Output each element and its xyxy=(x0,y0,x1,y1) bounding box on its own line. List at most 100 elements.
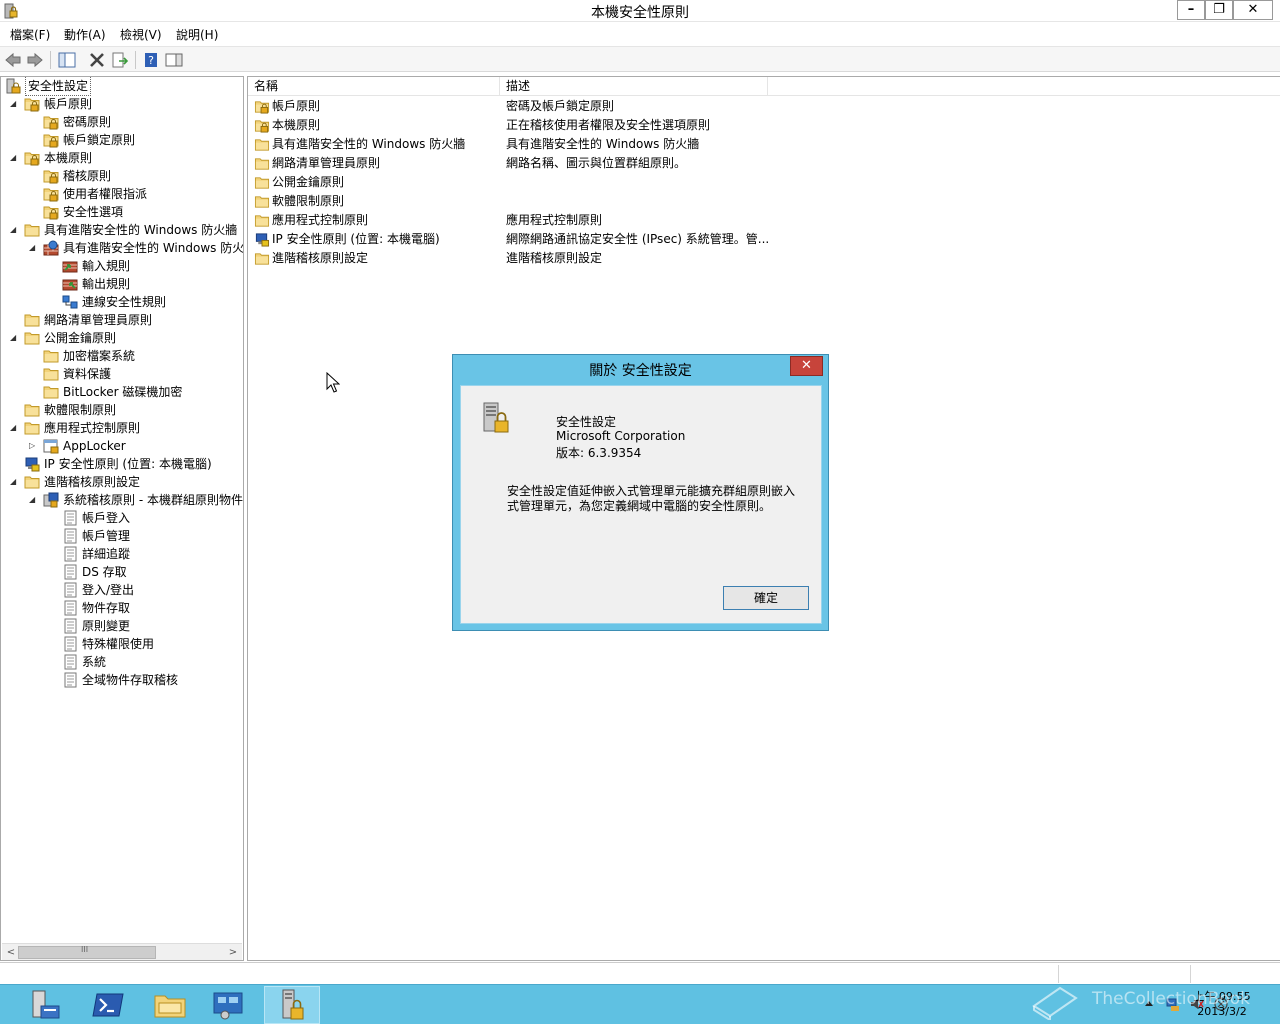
folder-icon xyxy=(24,224,40,237)
scroll-thumb[interactable]: III xyxy=(18,945,156,959)
tree-item-label: 帳戶原則 xyxy=(44,97,93,111)
menu-help[interactable]: 說明(H) xyxy=(176,26,218,43)
folder-icon xyxy=(24,314,40,327)
tree-expanded-arrow-icon[interactable]: ◢ xyxy=(10,423,18,433)
list-item[interactable]: 軟體限制原則 xyxy=(248,192,1280,211)
policy-page-icon xyxy=(64,600,77,616)
applocker-icon xyxy=(43,439,59,454)
close-button[interactable]: ✕ xyxy=(1233,0,1273,20)
export-icon[interactable] xyxy=(111,51,129,69)
menu-file[interactable]: 檔案(F) xyxy=(10,26,50,43)
help-icon[interactable]: ? xyxy=(142,51,160,69)
tree-expanded-arrow-icon[interactable]: ◢ xyxy=(10,153,18,163)
folder-lock-icon xyxy=(43,134,59,148)
dialog-close-button[interactable]: ✕ xyxy=(790,356,823,376)
policy-page-icon xyxy=(64,654,77,670)
server-manager-icon[interactable] xyxy=(16,986,72,1024)
file-explorer-icon[interactable] xyxy=(142,986,198,1024)
tree-item-label: 網路清單管理員原則 xyxy=(44,313,153,327)
scroll-right-button[interactable]: > xyxy=(226,945,240,960)
tree-horizontal-scrollbar[interactable]: < III > xyxy=(2,943,242,960)
list-header: 名稱 描述 xyxy=(248,77,1280,96)
policy-page-icon xyxy=(64,564,77,580)
product-name: 安全性設定 xyxy=(556,415,617,429)
toolbar: ? xyxy=(0,46,1280,72)
outbound-rules-icon xyxy=(62,279,78,291)
menu-view[interactable]: 檢視(V) xyxy=(120,26,162,43)
tree-item-label: 安全性選項 xyxy=(63,205,124,219)
about-dialog: 關於 安全性設定 ✕ 安全性設定 Microsoft Corporation 版… xyxy=(452,354,829,631)
folder-icon xyxy=(24,422,40,435)
tree-item-label: AppLocker xyxy=(63,439,126,453)
toolbar-separator xyxy=(135,51,136,69)
tree-item-label: 詳細追蹤 xyxy=(82,547,131,561)
folder-lock-icon xyxy=(254,101,270,114)
tree-item-label: 帳戶管理 xyxy=(82,529,131,543)
folder-icon xyxy=(43,386,59,399)
connection-security-icon xyxy=(62,295,78,309)
delete-icon[interactable] xyxy=(88,51,106,69)
folder-icon xyxy=(43,368,59,381)
list-item[interactable]: 公開金鑰原則 xyxy=(248,173,1280,192)
list-item-name: 網路清單管理員原則 xyxy=(272,156,381,170)
list-item-name: 具有進階安全性的 Windows 防火牆 xyxy=(272,137,466,151)
list-item[interactable]: 具有進階安全性的 Windows 防火牆 具有進階安全性的 Windows 防火牆 xyxy=(248,135,1280,154)
back-icon[interactable] xyxy=(4,51,22,69)
folder-lock-icon xyxy=(43,116,59,130)
list-item-description: 具有進階安全性的 Windows 防火牆 xyxy=(506,137,700,151)
tree-expanded-arrow-icon[interactable]: ◢ xyxy=(29,495,37,505)
list-item-name: 進階稽核原則設定 xyxy=(272,251,369,265)
list-item[interactable]: 網路清單管理員原則 網路名稱、圖示與位置群組原則。 xyxy=(248,154,1280,173)
list-item-name: 公開金鑰原則 xyxy=(272,175,345,189)
ok-button[interactable]: 確定 xyxy=(723,586,809,610)
column-header-name[interactable]: 名稱 xyxy=(248,77,500,96)
title-bar: 本機安全性原則 – ❐ ✕ xyxy=(0,0,1280,22)
list-item-name: IP 安全性原則 (位置: 本機電腦) xyxy=(272,232,440,246)
restore-button[interactable]: ❐ xyxy=(1205,0,1233,20)
tree-collapsed-arrow-icon[interactable]: ▷ xyxy=(29,441,37,451)
tree-expanded-arrow-icon[interactable]: ◢ xyxy=(10,225,18,235)
tree-expanded-arrow-icon[interactable]: ◢ xyxy=(10,99,18,109)
list-item[interactable]: 應用程式控制原則 應用程式控制原則 xyxy=(248,211,1280,230)
powershell-icon[interactable] xyxy=(80,986,136,1024)
control-panel-icon[interactable] xyxy=(200,986,256,1024)
tree-item-label: 本機原則 xyxy=(44,151,93,165)
tree-item-label: 具有進階安全性的 Windows 防火 xyxy=(63,241,244,255)
console-tree[interactable]: 安全性設定 ◢ 帳戶原則 密碼原則 帳戶鎖定原則 ◢ 本機原則 稽核原則 使用者權限指派 安全性選… xyxy=(0,76,244,961)
window-title: 本機安全性原則 xyxy=(591,5,689,21)
column-header-description[interactable]: 描述 xyxy=(500,77,768,96)
tree-item-label: 系統 xyxy=(82,655,107,669)
firewall-icon xyxy=(43,240,59,256)
list-item-description: 正在稽核使用者權限及安全性選項原則 xyxy=(506,118,711,132)
tree-item-label: 原則變更 xyxy=(82,619,131,633)
dialog-description: 安全性設定值延伸嵌入式管理單元能擴充群組原則嵌入式管理單元，為您定義網域中電腦的… xyxy=(507,484,796,513)
policy-page-icon xyxy=(64,546,77,562)
tree-item-label: 輸入規則 xyxy=(82,259,131,273)
ip-security-icon xyxy=(25,457,40,472)
tree-expanded-arrow-icon[interactable]: ◢ xyxy=(10,333,18,343)
tree-expanded-arrow-icon[interactable]: ◢ xyxy=(29,243,37,253)
list-item-description: 密碼及帳戶鎖定原則 xyxy=(506,99,615,113)
action-pane-icon[interactable] xyxy=(165,51,183,69)
list-item[interactable]: 進階稽核原則設定 進階稽核原則設定 xyxy=(248,249,1280,268)
forward-icon[interactable] xyxy=(26,51,44,69)
tree-expanded-arrow-icon[interactable]: ◢ xyxy=(10,477,18,487)
list-item[interactable]: IP 安全性原則 (位置: 本機電腦) 網際網路通訊協定安全性 (IPsec) 系… xyxy=(248,230,1280,249)
company-name: Microsoft Corporation xyxy=(556,429,686,443)
local-security-policy-icon[interactable] xyxy=(264,986,320,1024)
folder-lock-icon xyxy=(254,120,270,133)
minimize-button[interactable]: – xyxy=(1177,0,1205,20)
scroll-grip: III xyxy=(81,945,89,954)
scroll-left-button[interactable]: < xyxy=(4,945,18,960)
folder-lock-icon xyxy=(24,152,40,166)
policy-page-icon xyxy=(64,618,77,634)
folder-lock-icon xyxy=(24,98,40,112)
mouse-cursor-icon xyxy=(326,372,340,393)
policy-page-icon xyxy=(64,672,77,688)
list-item[interactable]: 帳戶原則 密碼及帳戶鎖定原則 xyxy=(248,97,1280,116)
policy-page-icon xyxy=(64,636,77,652)
watermark-book-icon xyxy=(1032,986,1078,1020)
menu-action[interactable]: 動作(A) xyxy=(64,26,106,43)
show-hide-tree-icon[interactable] xyxy=(58,51,76,69)
list-item[interactable]: 本機原則 正在稽核使用者權限及安全性選項原則 xyxy=(248,116,1280,135)
